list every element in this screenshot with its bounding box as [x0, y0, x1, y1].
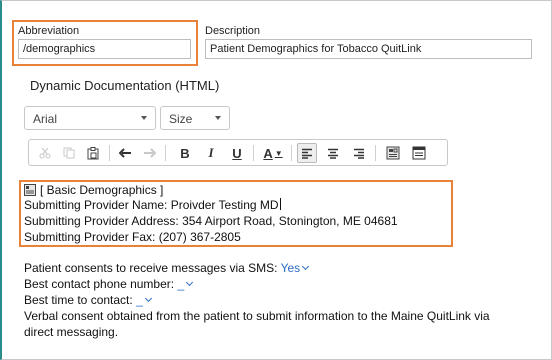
- cut-icon[interactable]: [35, 143, 55, 163]
- phone-line: Best contact phone number: _: [24, 277, 194, 291]
- toolbar-divider: [253, 145, 254, 161]
- insert-template-icon[interactable]: [383, 143, 403, 163]
- toolbar-divider: [165, 145, 166, 161]
- time-label: Best time to contact:: [24, 293, 133, 307]
- sms-consent-label: Patient consents to receive messages via…: [24, 261, 278, 275]
- consent-statement-line-1: Verbal consent obtained from the patient…: [24, 309, 490, 323]
- undo-icon[interactable]: [115, 143, 135, 163]
- font-family-value: Arial: [33, 112, 58, 126]
- text-cursor: [279, 198, 281, 210]
- provider-name-text: Submitting Provider Name: Proivder Testi…: [24, 198, 279, 212]
- document-icon[interactable]: [409, 143, 429, 163]
- description-label: Description: [205, 25, 261, 37]
- description-input[interactable]: Patient Demographics for Tobacco QuitLin…: [205, 39, 532, 59]
- chevron-down-icon: [186, 278, 194, 287]
- sms-consent-value: Yes: [280, 261, 301, 275]
- font-size-select[interactable]: Size: [160, 106, 230, 130]
- phone-label: Best contact phone number:: [24, 277, 175, 291]
- bold-button[interactable]: B: [175, 143, 195, 163]
- font-family-select[interactable]: Arial: [24, 106, 156, 130]
- copy-icon[interactable]: [59, 143, 79, 163]
- phone-dropdown[interactable]: _: [177, 277, 194, 291]
- abbreviation-input[interactable]: /demographics: [18, 39, 191, 59]
- chevron-down-icon: [141, 116, 147, 120]
- time-value: _: [136, 293, 143, 307]
- sms-consent-dropdown[interactable]: Yes: [280, 261, 310, 275]
- font-color-button[interactable]: A ▼: [259, 143, 287, 163]
- editor-line[interactable]: Submitting Provider Name: Proivder Testi…: [24, 198, 281, 212]
- template-icon: [24, 184, 36, 199]
- editor-heading-text: [ Basic Demographics ]: [40, 183, 164, 197]
- time-line: Best time to contact: _: [24, 293, 152, 307]
- redo-icon[interactable]: [139, 143, 159, 163]
- align-left-icon[interactable]: [297, 143, 317, 163]
- chevron-down-icon: [144, 294, 152, 303]
- toolbar-divider: [375, 145, 376, 161]
- paste-icon[interactable]: [83, 143, 103, 163]
- italic-button[interactable]: I: [201, 143, 221, 163]
- font-size-value: Size: [169, 112, 193, 126]
- editor-line[interactable]: Submitting Provider Address: 354 Airport…: [24, 214, 398, 228]
- editor-line[interactable]: Submitting Provider Fax: (207) 367-2805: [24, 230, 241, 244]
- time-dropdown[interactable]: _: [136, 293, 152, 307]
- underline-button[interactable]: U: [227, 143, 247, 163]
- align-right-icon[interactable]: [349, 143, 369, 163]
- section-title: Dynamic Documentation (HTML): [30, 78, 220, 93]
- phone-value: _: [177, 277, 185, 291]
- toolbar-divider: [109, 145, 110, 161]
- chevron-down-icon: [302, 262, 310, 271]
- editor-heading-line[interactable]: [ Basic Demographics ]: [24, 183, 163, 199]
- formatting-toolbar: B I U A ▼: [28, 139, 448, 166]
- consent-statement-line-2: direct messaging.: [24, 325, 119, 339]
- abbreviation-label: Abbreviation: [18, 25, 80, 37]
- align-center-icon[interactable]: [323, 143, 343, 163]
- sms-consent-line: Patient consents to receive messages via…: [24, 261, 310, 275]
- chevron-down-icon: [215, 116, 221, 120]
- font-color-label: A: [263, 145, 273, 161]
- chevron-down-icon: ▼: [274, 148, 283, 158]
- toolbar-divider: [291, 145, 292, 161]
